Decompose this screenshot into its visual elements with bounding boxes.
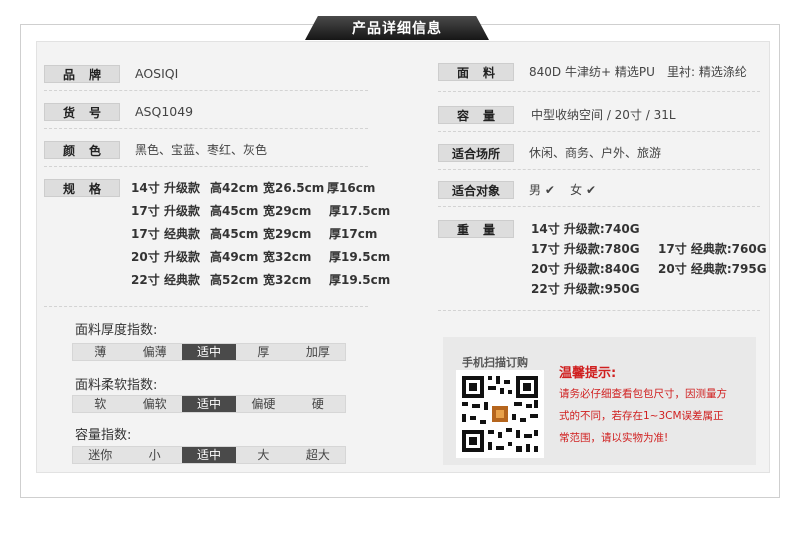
spec-type: 升级款: [164, 181, 201, 195]
tips-line: 式的不同，若存在1~3CM误差属正: [559, 410, 724, 422]
thickness-option: 厚: [257, 345, 270, 359]
softness-index-title: 面料柔软指数:: [75, 378, 158, 393]
spec-width: 宽32cm: [263, 273, 312, 287]
divider: [44, 306, 368, 307]
divider: [438, 91, 760, 92]
spec-size: 14寸: [131, 181, 160, 195]
capacity-index-title: 容量指数:: [75, 428, 132, 443]
thickness-option: 偏薄: [142, 345, 167, 359]
softness-option: 软: [94, 397, 107, 411]
check-icon: ✔: [544, 183, 555, 197]
brand-value: AOSIQI: [135, 66, 179, 81]
qr-code-image: [462, 376, 538, 452]
brand-label: 品牌: [44, 65, 120, 83]
thickness-index-title: 面料厚度指数:: [75, 323, 158, 338]
divider: [44, 128, 368, 129]
tips-line: 常范围，请以实物为准!: [559, 432, 669, 444]
color-label: 颜色: [44, 141, 120, 159]
spec-type: 经典款: [164, 273, 201, 287]
check-icon: ✔: [586, 183, 597, 197]
spec-type: 升级款: [164, 250, 201, 264]
capacity-value: 中型收纳空间 / 20寸 / 31L: [531, 108, 676, 122]
capacity-option: 迷你: [88, 448, 113, 462]
spec-type: 经典款: [164, 227, 201, 241]
spec-width: 宽29cm: [263, 227, 312, 241]
spec-type: 升级款: [164, 204, 201, 218]
spec-width: 宽26.5cm: [263, 181, 325, 195]
capacity-option-selected: 适中: [181, 447, 237, 463]
capacity-option: 大: [257, 448, 270, 462]
section-title: 产品详细信息: [305, 16, 489, 40]
softness-option: 偏软: [142, 397, 167, 411]
fabric-value: 840D 牛津纺+ 精选PU: [529, 65, 655, 79]
spec-width: 宽29cm: [263, 204, 312, 218]
capacity-index-bar: 迷你 小 适中 大 超大: [72, 446, 346, 464]
weight-entry: 20寸 经典款:795G: [658, 262, 767, 276]
tips-line: 请务必仔细查看包包尺寸，因测量方: [559, 388, 727, 400]
spec-size: 17寸: [131, 227, 160, 241]
spec-depth: 厚19.5cm: [329, 250, 391, 264]
spec-label: 规格: [44, 179, 120, 197]
capacity-label: 容量: [438, 106, 514, 124]
thickness-option: 加厚: [305, 345, 330, 359]
target-male: 男: [529, 183, 542, 197]
thickness-option: 薄: [94, 345, 107, 359]
capacity-option: 超大: [305, 448, 330, 462]
target-value: 男 ✔ 女 ✔: [529, 181, 596, 199]
spec-depth: 厚16cm: [327, 181, 376, 195]
target-label: 适合对象: [438, 181, 514, 199]
qr-caption: 手机扫描订购: [462, 356, 528, 369]
spec-height: 高49cm: [210, 250, 259, 264]
spec-depth: 厚19.5cm: [329, 273, 391, 287]
softness-index-bar: 软 偏软 适中 偏硬 硬: [72, 395, 346, 413]
spec-depth: 厚17cm: [329, 227, 378, 241]
softness-option: 硬: [311, 397, 324, 411]
thickness-option-selected: 适中: [181, 344, 237, 360]
weight-entry: 17寸 经典款:760G: [658, 242, 767, 256]
model-label: 货号: [44, 103, 120, 121]
softness-option: 偏硬: [251, 397, 276, 411]
fabric-label: 面料: [438, 63, 514, 81]
weight-entry: 20寸 升级款:840G: [531, 262, 640, 276]
spec-height: 高45cm: [210, 227, 259, 241]
divider: [44, 166, 368, 167]
color-value: 黑色、宝蓝、枣红、灰色: [135, 143, 268, 157]
spec-height: 高42cm: [210, 181, 259, 195]
tips-title: 温馨提示:: [559, 366, 617, 381]
divider: [438, 169, 760, 170]
capacity-option: 小: [148, 448, 161, 462]
weight-entry: 14寸 升级款:740G: [531, 222, 640, 236]
divider: [438, 310, 760, 311]
divider: [438, 131, 760, 132]
divider: [44, 90, 368, 91]
spec-depth: 厚17.5cm: [329, 204, 391, 218]
spec-size: 22寸: [131, 273, 160, 287]
lining-value: 里衬: 精选涤纶: [667, 65, 747, 79]
occasion-value: 休闲、商务、户外、旅游: [529, 146, 662, 160]
spec-height: 高52cm: [210, 273, 259, 287]
divider: [438, 206, 760, 207]
model-value: ASQ1049: [135, 104, 194, 119]
target-female: 女: [570, 183, 583, 197]
spec-size: 17寸: [131, 204, 160, 218]
qr-code[interactable]: [456, 370, 544, 458]
weight-entry: 22寸 升级款:950G: [531, 282, 640, 296]
spec-width: 宽32cm: [263, 250, 312, 264]
thickness-index-bar: 薄 偏薄 适中 厚 加厚: [72, 343, 346, 361]
weight-entry: 17寸 升级款:780G: [531, 242, 640, 256]
occasion-label: 适合场所: [438, 144, 514, 162]
spec-size: 20寸: [131, 250, 160, 264]
softness-option-selected: 适中: [181, 396, 237, 412]
weight-label: 重量: [438, 220, 514, 238]
spec-height: 高45cm: [210, 204, 259, 218]
